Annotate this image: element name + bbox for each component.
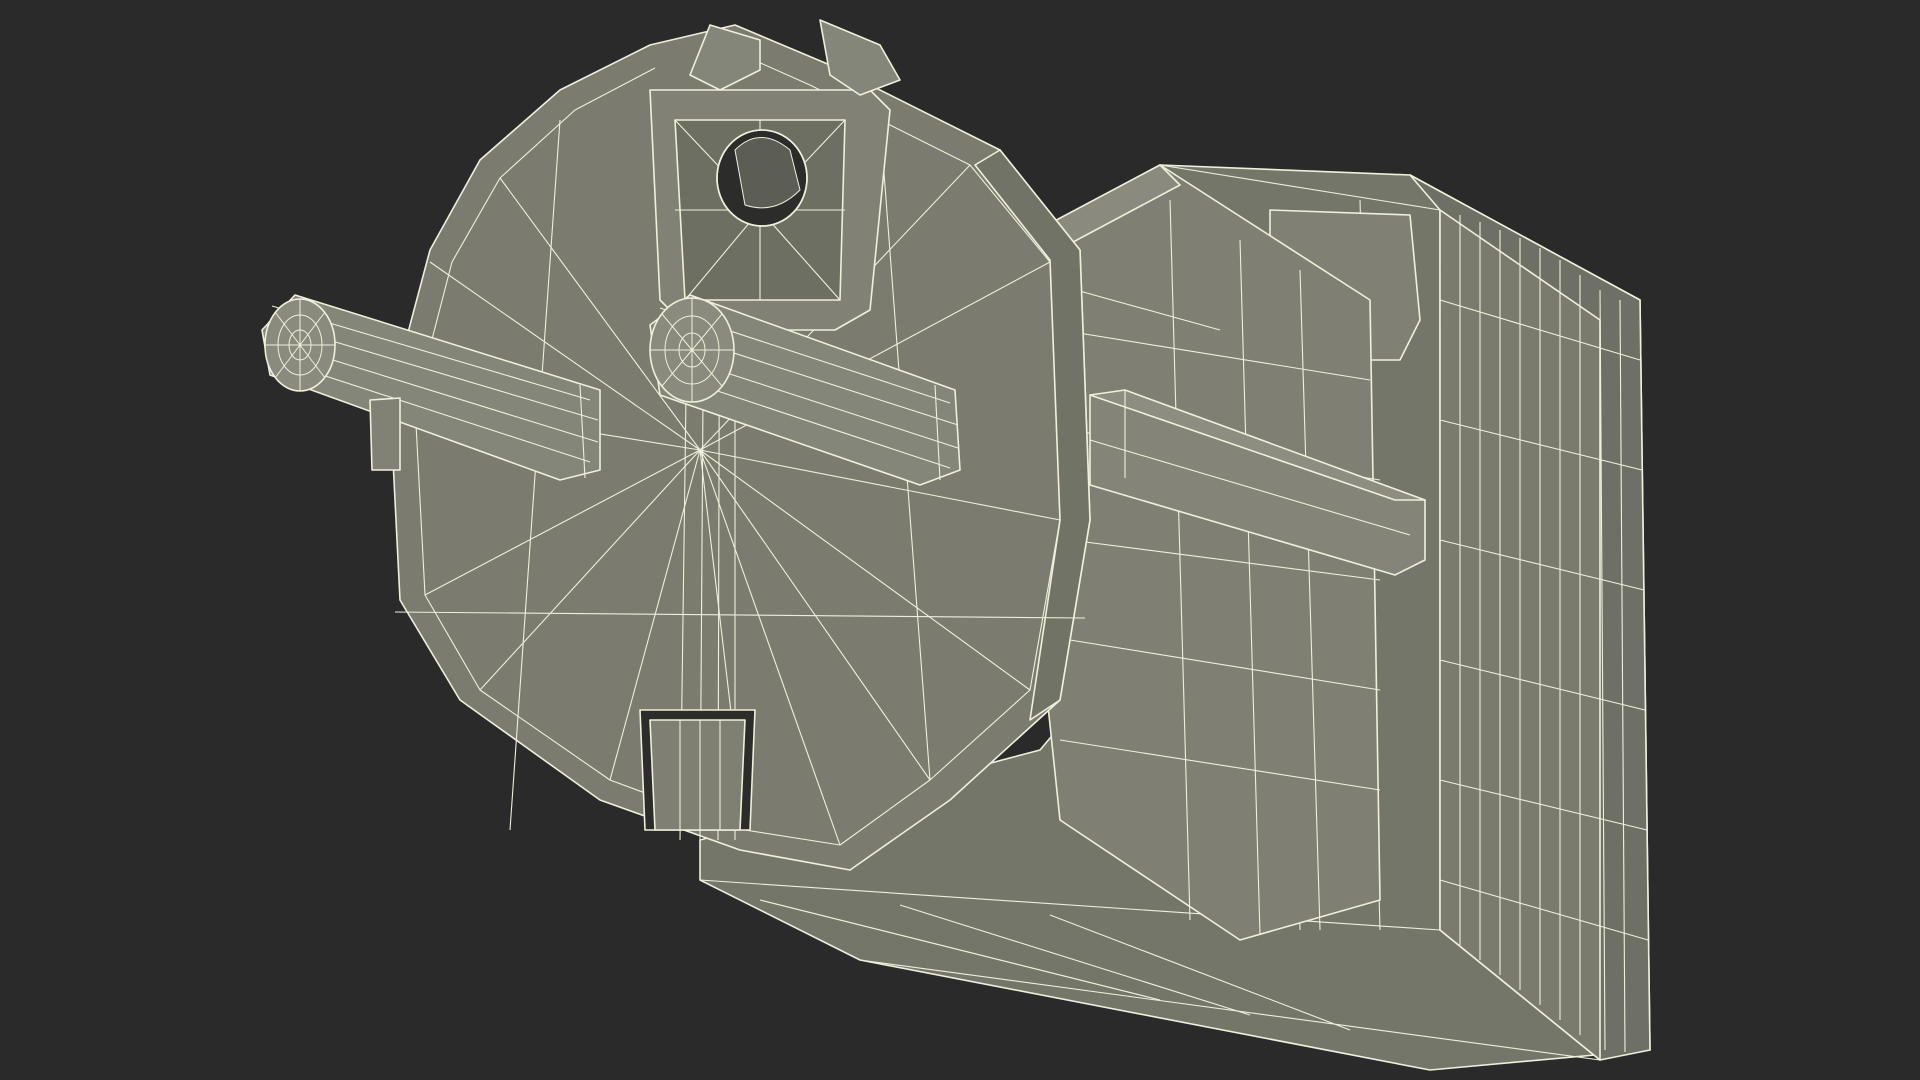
bottom-latch <box>639 709 756 831</box>
left-face-tab <box>369 397 401 471</box>
plug-wireframe-render <box>0 0 1920 1080</box>
render-viewport <box>0 0 1920 1080</box>
ground-hole <box>716 129 808 227</box>
